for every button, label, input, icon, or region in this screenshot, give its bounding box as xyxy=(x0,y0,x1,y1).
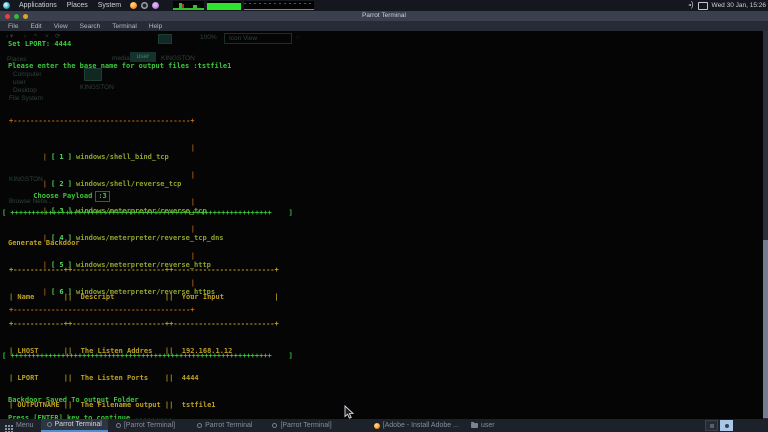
task-label: user xyxy=(481,422,495,429)
terminal-launcher-icon[interactable] xyxy=(141,2,148,9)
terminal-output-area[interactable]: ‹ ▾ › ^ × ⟳ 100% Icon View ○ media user … xyxy=(0,31,768,419)
places-menu[interactable]: Places xyxy=(62,2,93,9)
ghost-folder-icon xyxy=(158,34,172,44)
ghost-kingston-label: KINGSTON xyxy=(80,83,114,92)
table-border: +------------++----------------------++-… xyxy=(9,320,312,329)
top-panel: Applications Places System Wed 30 Jan, 1… xyxy=(0,0,768,11)
memory-monitor-applet[interactable] xyxy=(207,1,241,10)
task-label: [Adobe - Install Adobe ... xyxy=(383,422,459,429)
table-border: +------------++----------------------++-… xyxy=(9,266,312,275)
pipe: | xyxy=(191,144,195,153)
taskbar: Menu Parrot Terminal [Parrot Terminal] P… xyxy=(0,419,768,432)
menu-view[interactable]: View xyxy=(54,23,68,30)
menu-edit[interactable]: Edit xyxy=(30,23,41,30)
terminal-task-icon xyxy=(47,422,52,427)
firefox-task-icon xyxy=(374,423,380,429)
desktop: Applications Places System Wed 30 Jan, 1… xyxy=(0,0,768,432)
task-parrot-terminal-active[interactable]: Parrot Terminal xyxy=(41,419,108,432)
system-menu[interactable]: System xyxy=(93,2,126,9)
payload-box-border: +---------------------------------------… xyxy=(9,117,195,126)
task-parrot-terminal-min-3[interactable]: [Parrot Terminal] xyxy=(266,420,337,431)
clock[interactable]: Wed 30 Jan, 15:26 xyxy=(712,2,766,9)
menu-search[interactable]: Search xyxy=(80,23,101,30)
menu-grid-icon xyxy=(5,425,7,427)
payload-option-1: |[ 1 ]windows/shell_bind_tcp| xyxy=(9,144,195,153)
package-launcher-icon[interactable] xyxy=(152,2,159,9)
volume-icon[interactable] xyxy=(686,2,694,9)
task-label: [Parrot Terminal] xyxy=(280,422,331,429)
task-user-folder[interactable]: user xyxy=(465,420,501,431)
backdoor-config-table: +------------++----------------------++-… xyxy=(9,248,312,419)
cpu-monitor-applet[interactable] xyxy=(173,1,204,10)
task-parrot-terminal-min-1[interactable]: [Parrot Terminal] xyxy=(110,420,181,431)
workspace-2-active[interactable] xyxy=(720,420,733,431)
choose-payload-value-annotation: :3 xyxy=(95,191,109,202)
parrot-logo-icon[interactable] xyxy=(3,2,10,9)
task-adobe-install[interactable]: [Adobe - Install Adobe ... xyxy=(368,420,465,431)
workspace-switcher xyxy=(705,420,733,431)
network-monitor-applet[interactable] xyxy=(244,1,314,10)
table-row: | LPORT || The Listen Ports || 4444 xyxy=(9,374,312,383)
progress-bar-1: [ ++++++++++++++++++++++++++++++++++++++… xyxy=(2,209,293,218)
terminal-menubar: File Edit View Search Terminal Help xyxy=(0,21,768,31)
terminal-task-icon xyxy=(197,423,202,428)
ghost-search-icon: ○ xyxy=(296,33,300,42)
taskbar-menu-button[interactable]: Menu xyxy=(0,419,39,432)
mouse-cursor xyxy=(344,405,355,420)
applications-menu[interactable]: Applications xyxy=(14,2,62,9)
workspace-1[interactable] xyxy=(705,420,718,431)
backdoor-saved-line: Backdoor Saved To output Folder xyxy=(8,396,139,405)
payload-name: windows/shell_bind_tcp xyxy=(76,153,169,161)
payload-name: windows/meterpreter/reverse_tcp_dns xyxy=(76,234,224,242)
firefox-launcher-icon[interactable] xyxy=(130,2,137,9)
task-parrot-terminal-2[interactable]: Parrot Terminal xyxy=(191,420,258,431)
scrollbar-thumb[interactable] xyxy=(763,240,768,418)
table-header-row: | Name || Descript || Your Input | xyxy=(9,293,312,302)
terminal-task-icon xyxy=(272,423,277,428)
terminal-titlebar[interactable]: Parrot Terminal xyxy=(0,11,768,21)
ghost-view-mode-dropdown: Icon View xyxy=(224,33,292,44)
choose-payload-line: Choose Payload:3 xyxy=(8,182,110,211)
pipe: | xyxy=(191,198,195,207)
base-name-prompt-line: Please enter the base name for output fi… xyxy=(8,62,231,71)
payload-option-4: |[ 4 ]windows/meterpreter/reverse_tcp_dn… xyxy=(9,225,195,234)
menu-help[interactable]: Help xyxy=(149,23,162,30)
pipe: | xyxy=(191,225,195,234)
task-label: Parrot Terminal xyxy=(55,421,102,428)
choose-payload-label: Choose Payload xyxy=(33,192,92,200)
window-title: Parrot Terminal xyxy=(0,12,768,19)
progress-bar-2: [ ++++++++++++++++++++++++++++++++++++++… xyxy=(2,352,293,361)
folder-task-icon xyxy=(471,423,478,428)
pipe: | xyxy=(43,153,47,161)
ghost-zoom-level: 100% xyxy=(200,33,217,42)
menu-label: Menu xyxy=(16,422,34,429)
ghost-path-user: user xyxy=(130,52,156,62)
payload-number: [ 1 ] xyxy=(51,153,72,161)
task-label: [Parrot Terminal] xyxy=(124,422,175,429)
menu-terminal[interactable]: Terminal xyxy=(112,23,137,30)
pipe: | xyxy=(191,171,195,180)
generate-backdoor-title: Generate Backdoor xyxy=(8,239,80,248)
task-label: Parrot Terminal xyxy=(205,422,252,429)
terminal-task-icon xyxy=(116,423,121,428)
set-lport-line: Set LPORT: 4444 xyxy=(8,40,71,49)
payload-option-2: |[ 2 ]windows/shell/reverse_tcp| xyxy=(9,171,195,180)
display-icon[interactable] xyxy=(698,2,708,10)
menu-file[interactable]: File xyxy=(8,23,18,30)
